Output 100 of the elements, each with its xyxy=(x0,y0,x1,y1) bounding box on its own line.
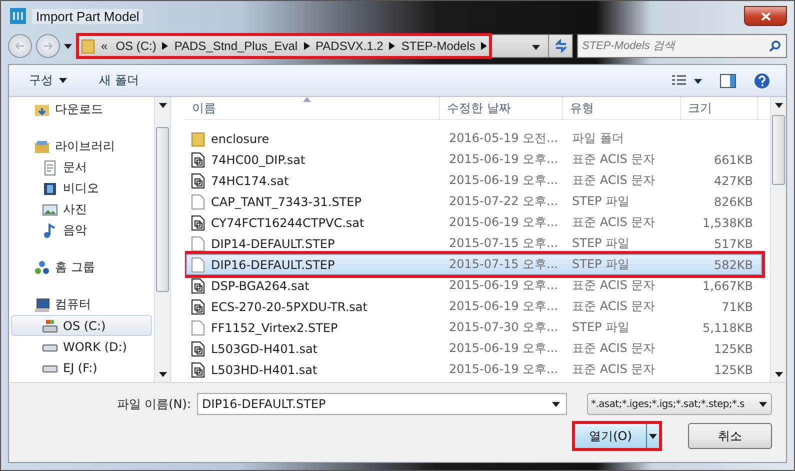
caret-icon xyxy=(59,78,67,83)
file-type: 표준 ACIS 문자 xyxy=(571,340,656,357)
file-row[interactable]: 74HC174.sat 2015-06-19 오후... 표준 ACIS 문자 427KB xyxy=(186,170,762,191)
scroll-down-icon xyxy=(158,372,166,376)
file-name-label: 파일 이름(N): xyxy=(116,396,191,412)
file-name: 74HC174.sat xyxy=(187,172,442,188)
file-size: 71KB xyxy=(720,300,754,314)
file-icon xyxy=(191,194,205,210)
modified-date: 2015-06-19 오후... xyxy=(448,151,559,168)
scrollbar-thumb[interactable] xyxy=(156,127,169,292)
music-note-icon xyxy=(42,222,58,238)
file-row[interactable]: DIP16-DEFAULT.STEP 2015-07-15 오후... STEP 파일 582KB xyxy=(186,254,762,275)
search-icon xyxy=(769,40,781,52)
file-row[interactable]: enclosure 2016-05-19 오전... 파일 폴더 xyxy=(186,128,762,149)
file-row[interactable]: CAP_TANT_7343-31.STEP 2015-07-22 오후... STEP 파일 826KB xyxy=(186,191,762,212)
file-name: FF1152_Virtex2.STEP xyxy=(187,320,442,336)
organize-menu[interactable]: 구성 xyxy=(25,70,71,91)
modified-date: 2015-07-30 오후... xyxy=(448,319,559,336)
address-bar[interactable]: « OS (C:) PADS_Stnd_Plus_Eval PADSVX.1.2 STEP-Models xyxy=(76,34,573,58)
view-list-icon[interactable] xyxy=(672,74,702,86)
file-name: 74HC00_DIP.sat xyxy=(187,152,442,168)
sidebar-item[interactable]: 문서 xyxy=(11,157,152,178)
file-row[interactable]: DSP-BGA264.sat 2015-06-19 오후... 표준 ACIS 문자 1,667KB xyxy=(186,275,762,296)
breadcrumb[interactable]: STEP-Models xyxy=(399,39,478,53)
file-size: 427KB xyxy=(712,174,754,188)
file-row[interactable]: L503HD-H401.sat 2015-06-19 오후... 표준 ACIS 문자 125KB xyxy=(186,359,762,380)
file-icon xyxy=(191,236,205,252)
folder-icon xyxy=(81,38,95,54)
breadcrumb[interactable]: OS (C:) xyxy=(114,39,158,53)
file-size: 661KB xyxy=(712,152,754,166)
file-size: 582KB xyxy=(712,258,754,272)
file-icon xyxy=(191,172,205,188)
column-header[interactable]: 크기 xyxy=(681,97,758,119)
sidebar-item[interactable]: 홈 그룹 xyxy=(11,257,152,278)
modified-date: 2015-06-19 오후... xyxy=(448,298,559,315)
file-row[interactable]: CY74FCT16244CTPVC.sat 2015-06-19 오후... 표준 ACIS 문자 1,538KB xyxy=(186,212,762,233)
file-type: 표준 ACIS 문자 xyxy=(571,298,656,315)
modified-date: 2016-05-19 오전... xyxy=(448,130,559,147)
sidebar-item[interactable]: OS (C:) xyxy=(11,315,152,336)
new-folder-button[interactable]: 새 폴더 xyxy=(95,70,143,91)
file-icon xyxy=(191,362,205,378)
file-icon xyxy=(191,152,205,168)
breadcrumb[interactable]: PADS_Stnd_Plus_Eval xyxy=(172,39,300,53)
breadcrumb[interactable]: PADSVX.1.2 xyxy=(314,39,386,53)
chevron-icon xyxy=(389,42,396,50)
caret-icon xyxy=(64,44,72,48)
file-icon xyxy=(191,298,205,314)
open-options-button[interactable] xyxy=(646,423,660,449)
modified-date: 2015-07-22 오후... xyxy=(448,193,559,210)
scroll-down-icon xyxy=(774,372,782,376)
scrollbar[interactable] xyxy=(770,97,786,382)
file-row[interactable]: ECS-270-20-5PXDU-TR.sat 2015-06-19 오후... 표준 ACIS 문자 71KB xyxy=(186,296,762,317)
modified-date: 2015-07-15 오후... xyxy=(448,256,559,273)
file-name: CY74FCT16244CTPVC.sat xyxy=(187,214,442,230)
sidebar-item[interactable]: 사진 xyxy=(11,199,152,220)
arrow-right-icon xyxy=(43,42,53,50)
file-size: 1,538KB xyxy=(702,216,754,230)
cancel-button[interactable]: 취소 xyxy=(688,423,772,449)
file-icon xyxy=(191,214,205,230)
chevron-icon xyxy=(481,42,488,50)
sidebar-item[interactable]: 컴퓨터 xyxy=(11,294,152,315)
modified-date: 2015-07-15 오후... xyxy=(448,235,559,252)
close-button[interactable] xyxy=(744,6,787,26)
file-type: 표준 ACIS 문자 xyxy=(571,151,656,168)
sidebar-item[interactable]: 라이브러리 xyxy=(11,136,152,157)
open-button[interactable]: 열기(O) xyxy=(574,423,646,449)
sidebar-item[interactable]: EJ (F:) xyxy=(11,357,152,378)
file-type-dropdown[interactable]: *.asat;*.iges;*.igs;*.sat;*.step;*.s xyxy=(587,393,772,415)
file-row[interactable]: L503GD-H401.sat 2015-06-19 오후... 표준 ACIS 문자 125KB xyxy=(186,338,762,359)
sidebar-item[interactable]: WORK (D:) xyxy=(11,336,152,357)
computer-icon xyxy=(34,296,50,312)
sidebar-item[interactable]: 음악 xyxy=(11,220,152,241)
file-size: 125KB xyxy=(712,342,754,356)
file-row[interactable]: DIP14-DEFAULT.STEP 2015-07-15 오후... STEP 파일 517KB xyxy=(186,233,762,254)
file-name-field[interactable]: DIP16-DEFAULT.STEP xyxy=(197,393,567,415)
file-size: 1,667KB xyxy=(702,278,754,292)
folder-icon xyxy=(191,130,205,146)
network-icon xyxy=(34,260,50,276)
file-type: 파일 폴더 xyxy=(571,130,625,147)
file-name: L503HD-H401.sat xyxy=(187,362,442,378)
file-row[interactable]: FF1152_Virtex2.STEP 2015-07-30 오후... STEP 파일 5,118KB xyxy=(186,317,762,338)
column-header[interactable]: 이름 xyxy=(185,97,440,119)
folder-icon xyxy=(34,138,50,154)
column-header[interactable]: 수정한 날짜 xyxy=(440,97,563,119)
file-name: CAP_TANT_7343-31.STEP xyxy=(187,194,442,210)
search-field[interactable]: STEP-Models 검색 xyxy=(577,34,787,58)
file-type: 표준 ACIS 문자 xyxy=(571,277,656,294)
column-header[interactable]: 유형 xyxy=(563,97,681,119)
document-icon xyxy=(42,160,58,176)
help-icon[interactable] xyxy=(754,72,770,88)
scrollbar-thumb[interactable] xyxy=(772,115,785,185)
back-button[interactable] xyxy=(8,34,32,58)
modified-date: 2015-06-19 오후... xyxy=(448,361,559,378)
forward-button[interactable] xyxy=(36,34,60,58)
preview-pane-icon[interactable] xyxy=(720,74,736,88)
file-row[interactable]: 74HC00_DIP.sat 2015-06-19 오후... 표준 ACIS 문자 661KB xyxy=(186,149,762,170)
sidebar-item[interactable]: 다운로드 xyxy=(11,99,152,120)
sidebar-item[interactable]: 비디오 xyxy=(11,178,152,199)
scrollbar[interactable] xyxy=(154,97,170,382)
overflow-crumb[interactable]: « xyxy=(99,39,110,53)
